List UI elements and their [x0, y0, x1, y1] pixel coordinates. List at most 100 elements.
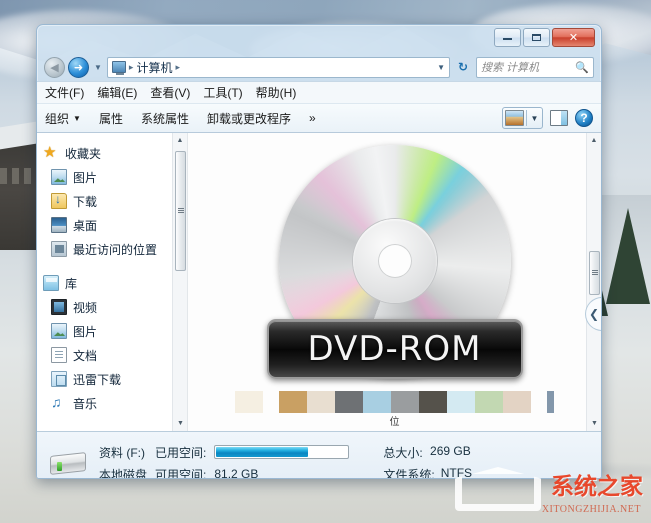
uninstall-program-button[interactable]: 卸载或更改程序 — [207, 110, 291, 127]
preview-pane-button[interactable] — [550, 110, 568, 126]
command-toolbar: 组织 ▼ 属性 系统属性 卸载或更改程序 » ▼ ? — [37, 103, 601, 133]
sidebar-item-label: 图片 — [73, 324, 98, 339]
picture-icon — [51, 169, 67, 185]
star-icon: ★ — [43, 144, 57, 161]
menu-item-edit[interactable]: 编辑(E) — [97, 84, 137, 101]
free-space-label: 可用空间: — [155, 467, 207, 479]
color-swatch — [235, 391, 263, 413]
sidebar-item-documents[interactable]: 文档 — [37, 343, 187, 367]
history-dropdown-icon[interactable]: ▼ — [92, 63, 104, 72]
disk-usage-bar — [214, 445, 350, 459]
dvd-rom-badge: DVD-ROM — [266, 319, 523, 379]
hard-drive-icon — [47, 446, 89, 478]
sidebar-item-label: 库 — [65, 276, 78, 291]
scroll-up-icon[interactable]: ▲ — [587, 133, 601, 148]
properties-button[interactable]: 属性 — [99, 110, 123, 127]
sidebar-item-label: 最近访问的位置 — [73, 242, 158, 257]
sidebar-item-downloads[interactable]: 下载 — [37, 189, 187, 213]
music-icon: ♫ — [51, 394, 62, 410]
total-size-label: 总大小: — [383, 445, 423, 460]
color-swatch — [447, 391, 475, 413]
sidebar-item-label: 桌面 — [73, 218, 98, 233]
scrollbar-thumb[interactable] — [589, 251, 600, 295]
sidebar-item-pictures[interactable]: 图片 — [37, 165, 187, 189]
sidebar-item-label: 视频 — [73, 300, 98, 315]
sidebar-group-libraries[interactable]: 库 — [37, 271, 187, 295]
change-view-button[interactable]: ▼ — [502, 107, 543, 129]
sidebar-item-label: 迅雷下载 — [73, 372, 122, 387]
menu-item-help[interactable]: 帮助(H) — [256, 84, 297, 101]
swatch-gap — [531, 391, 547, 413]
title-bar[interactable]: ✕ — [37, 25, 601, 53]
content-scrollbar[interactable]: ▲ ▼ — [586, 133, 601, 431]
menu-item-tools[interactable]: 工具(T) — [203, 84, 242, 101]
close-button[interactable]: ✕ — [552, 28, 595, 47]
minimize-button[interactable] — [494, 28, 521, 47]
toolbar-overflow-button[interactable]: » — [309, 111, 316, 125]
capacity-details: 总大小: 269 GB — [383, 444, 472, 461]
sidebar-item-desktop[interactable]: 桌面 — [37, 213, 187, 237]
properties-label: 属性 — [98, 111, 123, 126]
content-small-label: 位 — [389, 417, 400, 428]
menu-item-view[interactable]: 查看(V) — [150, 84, 190, 101]
sidebar-item-thunder-download[interactable]: 迅雷下载 — [37, 367, 187, 391]
filesystem-value: NTFS — [440, 465, 473, 479]
explorer-body: ★ 收藏夹 图片 下载 桌面 最近访问的位置 — [37, 133, 601, 431]
file-list-pane[interactable]: DVD-ROM 位 ▲ ▼ — [187, 133, 601, 431]
sidebar-item-label: 收藏夹 — [65, 146, 102, 161]
color-swatch — [391, 391, 419, 413]
breadcrumb-computer[interactable]: 计算机 — [136, 59, 172, 76]
drive-name: 资料 (F:) — [99, 445, 145, 460]
navigation-bar: ◀ ➜ ▼ ▸ 计算机 ▸ ▼ ↻ 搜索 计算机 🔍 — [37, 53, 601, 81]
search-placeholder: 搜索 计算机 — [481, 62, 540, 74]
color-swatch — [547, 391, 554, 413]
scroll-up-icon[interactable]: ▲ — [173, 133, 187, 148]
chevron-down-icon[interactable]: ▼ — [437, 63, 445, 72]
chevron-down-icon[interactable]: ▼ — [527, 114, 542, 123]
sidebar-scrollbar[interactable]: ▲ ▼ — [172, 133, 187, 431]
search-input[interactable]: 搜索 计算机 🔍 — [476, 56, 594, 78]
sidebar-item-label: 下载 — [73, 194, 98, 209]
filesystem-details: 文件系统: NTFS — [383, 465, 473, 479]
drive-details: 资料 (F:) 已用空间: 总大小: 269 GB 本地磁盘 可用空间: 81.… — [99, 444, 473, 479]
system-properties-button[interactable]: 系统属性 — [141, 110, 189, 127]
sidebar-item-label: 文档 — [73, 348, 98, 363]
color-swatch-strip — [188, 391, 601, 413]
color-swatch — [363, 391, 391, 413]
computer-icon — [111, 61, 126, 75]
swatch-gap — [263, 391, 279, 413]
color-swatch — [307, 391, 335, 413]
sidebar-divider — [37, 261, 187, 271]
sidebar-item-videos[interactable]: 视频 — [37, 295, 187, 319]
breadcrumb-separator[interactable]: ▸ — [175, 62, 180, 73]
organize-button[interactable]: 组织 ▼ — [45, 110, 81, 127]
sidebar-item-recent-places[interactable]: 最近访问的位置 — [37, 237, 187, 261]
dvd-rom-label: DVD-ROM — [307, 329, 482, 369]
total-size-value: 269 GB — [430, 443, 471, 458]
scroll-down-icon[interactable]: ▼ — [173, 416, 187, 431]
menu-item-file[interactable]: 文件(F) — [45, 84, 84, 101]
scrollbar-thumb[interactable] — [175, 151, 186, 271]
sidebar-item-music[interactable]: ♫ 音乐 — [37, 391, 187, 415]
library-icon — [43, 275, 59, 291]
color-swatch — [475, 391, 503, 413]
maximize-button[interactable] — [523, 28, 550, 47]
download-icon — [51, 192, 67, 209]
breadcrumb-separator: ▸ — [128, 61, 134, 72]
refresh-button[interactable]: ↻ — [453, 57, 473, 78]
view-mode-icon — [505, 110, 524, 126]
menu-bar: 文件(F) 编辑(E) 查看(V) 工具(T) 帮助(H) — [37, 81, 601, 103]
disc-hub — [352, 219, 437, 303]
color-swatch — [279, 391, 307, 413]
forward-button[interactable]: ➜ — [68, 56, 89, 78]
free-space-value: 81.2 GB — [214, 467, 259, 479]
sidebar-item-pictures-library[interactable]: 图片 — [37, 319, 187, 343]
sidebar-group-favorites[interactable]: ★ 收藏夹 — [37, 141, 187, 165]
color-swatch — [335, 391, 363, 413]
scroll-down-icon[interactable]: ▼ — [587, 416, 601, 431]
nav-tree: ★ 收藏夹 图片 下载 桌面 最近访问的位置 — [37, 133, 187, 415]
back-button[interactable]: ◀ — [44, 56, 65, 78]
help-button[interactable]: ? — [575, 109, 593, 127]
address-bar[interactable]: ▸ 计算机 ▸ ▼ — [106, 56, 450, 78]
disc-hole — [377, 244, 412, 278]
